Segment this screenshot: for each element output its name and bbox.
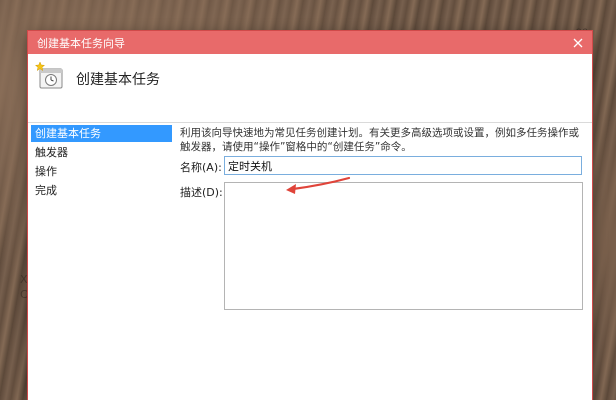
wizard-steps-sidebar: 创建基本任务 触发器 操作 完成: [28, 123, 174, 400]
name-label: 名称(A):: [180, 161, 222, 174]
wizard-header: 创建基本任务: [28, 54, 592, 122]
close-button[interactable]: [564, 31, 592, 54]
close-icon: [573, 38, 583, 48]
create-basic-task-wizard-dialog: 创建基本任务向导 创建基本任务 创建基本任务 触发器 操作 完成 利用该向导快速…: [28, 31, 592, 400]
sidebar-item-action[interactable]: 操作: [31, 163, 172, 180]
task-wizard-icon: [34, 61, 63, 89]
sidebar-item-trigger[interactable]: 触发器: [31, 144, 172, 161]
dialog-title: 创建基本任务向导: [37, 37, 125, 50]
wizard-header-title: 创建基本任务: [76, 72, 160, 88]
task-description-textarea[interactable]: [224, 182, 583, 310]
sidebar-item-create-basic-task[interactable]: 创建基本任务: [31, 125, 172, 142]
dialog-titlebar[interactable]: 创建基本任务向导: [28, 31, 592, 54]
annotation-arrow-icon: [286, 176, 351, 194]
wizard-description: 利用该向导快速地为常见任务创建计划。有关更多高级选项或设置，例如多任务操作或触发…: [180, 127, 579, 153]
description-label: 描述(D):: [180, 186, 223, 199]
wizard-content: 利用该向导快速地为常见任务创建计划。有关更多高级选项或设置，例如多任务操作或触发…: [175, 123, 592, 400]
sidebar-item-finish[interactable]: 完成: [31, 182, 172, 199]
task-name-input[interactable]: [224, 156, 582, 175]
